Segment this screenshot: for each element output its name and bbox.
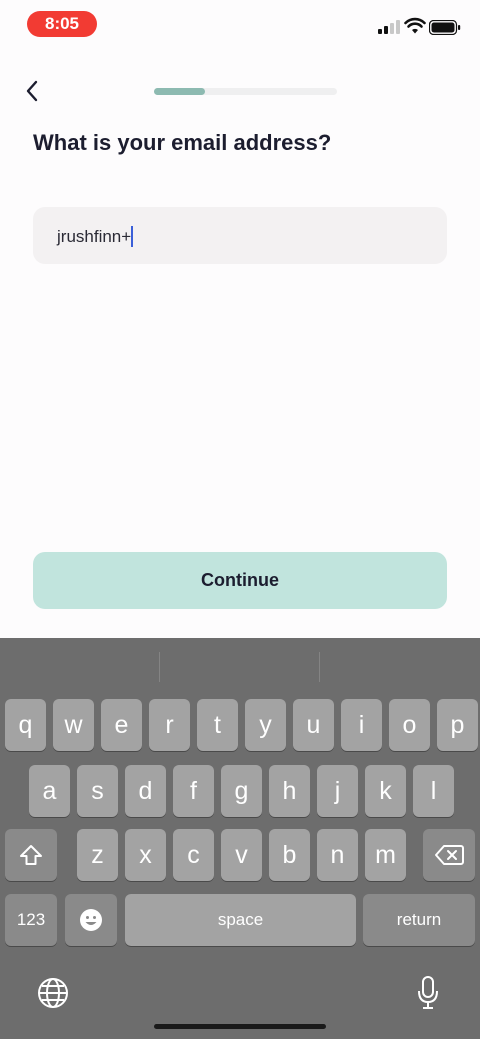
wifi-icon [404,17,426,34]
key-h[interactable]: h [269,765,310,817]
key-f[interactable]: f [173,765,214,817]
key-q[interactable]: q [5,699,46,751]
key-d[interactable]: d [125,765,166,817]
key-v[interactable]: v [221,829,262,881]
key-m[interactable]: m [365,829,406,881]
progress-fill [154,88,206,95]
key-g[interactable]: g [221,765,262,817]
key-x[interactable]: x [125,829,166,881]
key-o[interactable]: o [389,699,430,751]
key-p[interactable]: p [437,699,478,751]
back-button[interactable] [16,74,48,108]
key-a[interactable]: a [29,765,70,817]
key-e[interactable]: e [101,699,142,751]
key-k[interactable]: k [365,765,406,817]
suggestion-divider [319,652,320,682]
home-indicator [154,1024,326,1029]
suggestion-divider [159,652,160,682]
key-s[interactable]: s [77,765,118,817]
microphone-icon[interactable] [412,974,444,1012]
backspace-icon [435,845,464,865]
key-w[interactable]: w [53,699,94,751]
email-field-value: jrushfinn+ [57,226,132,246]
key-j[interactable]: j [317,765,358,817]
key-t[interactable]: t [197,699,238,751]
key-i[interactable]: i [341,699,382,751]
shift-icon [20,845,42,865]
key-n[interactable]: n [317,829,358,881]
shift-key[interactable] [5,829,57,881]
return-key[interactable]: return [363,894,475,946]
email-field[interactable]: jrushfinn+ [33,207,447,264]
numbers-key[interactable]: 123 [5,894,57,946]
status-time: 8:05 [27,11,97,37]
emoji-icon [80,909,102,931]
battery-icon [429,20,461,35]
text-caret [131,226,134,247]
key-u[interactable]: u [293,699,334,751]
continue-button[interactable]: Continue [33,552,447,609]
key-b[interactable]: b [269,829,310,881]
space-key[interactable]: space [125,894,356,946]
delete-key[interactable] [423,829,475,881]
key-l[interactable]: l [413,765,454,817]
key-c[interactable]: c [173,829,214,881]
emoji-key[interactable] [65,894,117,946]
globe-icon[interactable] [36,976,70,1010]
key-z[interactable]: z [77,829,118,881]
onboarding-progress-bar [154,88,337,95]
page-title: What is your email address? [33,130,332,155]
cellular-signal-icon [378,20,402,34]
key-r[interactable]: r [149,699,190,751]
key-y[interactable]: y [245,699,286,751]
status-bar: 8:05 [0,0,480,48]
chevron-left-icon [26,80,38,102]
